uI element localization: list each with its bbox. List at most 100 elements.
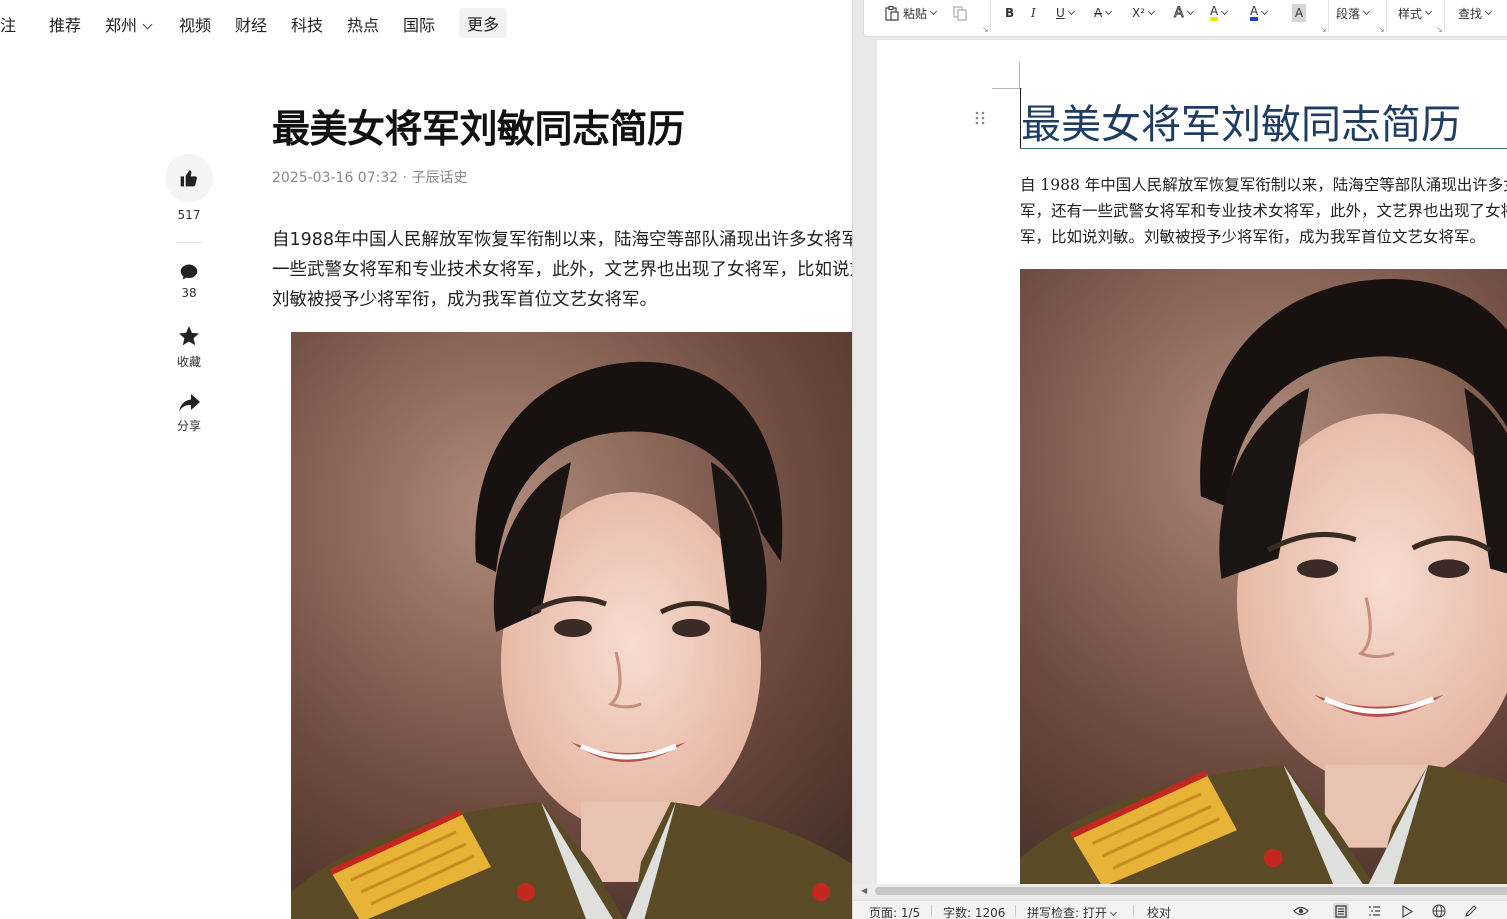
comment-button[interactable]	[165, 262, 213, 282]
pen-icon[interactable]	[1463, 903, 1479, 919]
eye-icon[interactable]	[1293, 903, 1309, 919]
text-effect-label: A	[1174, 5, 1185, 22]
editor-statusbar: 页面: 1/5 字数: 1206 拼写检查: 打开 校对	[853, 900, 1507, 919]
paragraph-label: 段落	[1336, 6, 1361, 21]
star-icon	[179, 326, 199, 346]
ribbon-divider	[1386, 0, 1387, 32]
font-color-label: A	[1250, 5, 1259, 21]
chevron-down-icon	[1362, 7, 1371, 15]
clipboard-icon	[885, 5, 899, 21]
favorite-button[interactable]	[165, 324, 213, 348]
nav-item-finance[interactable]: 财经	[235, 12, 267, 36]
editor-ribbon: 粘贴 ↘ B I U A X² A A A A ↘ 段落 ↘ 样式 ↘ 查找	[863, 0, 1507, 37]
share-icon	[179, 394, 200, 412]
article-portrait-image	[291, 332, 852, 919]
styles-menu[interactable]: 样式	[1398, 4, 1433, 22]
nav-item-tech[interactable]: 科技	[291, 12, 323, 36]
chevron-down-icon	[1147, 7, 1156, 15]
scrollbar-thumb[interactable]	[875, 887, 1507, 895]
nav-more-button[interactable]: 更多	[459, 8, 508, 38]
document-paragraph[interactable]: 自 1988 年中国人民解放军恢复军衔制以来，陆海空等部队涌现出许多女将军，还有…	[1020, 172, 1507, 250]
browser-article-pane: 关注 推荐 郑州 视频 财经 科技 热点 国际 更多 517 38 收藏	[0, 0, 852, 919]
document-editor-pane: 粘贴 ↘ B I U A X² A A A A ↘ 段落 ↘ 样式 ↘ 查找 最…	[852, 0, 1507, 919]
page-view-icon[interactable]	[1333, 903, 1349, 919]
strikethrough-label: A	[1094, 6, 1103, 20]
char-shading-button[interactable]: A	[1292, 4, 1306, 22]
strikethrough-button[interactable]: A	[1094, 4, 1113, 22]
chevron-down-icon	[929, 7, 938, 15]
chevron-down-icon	[1484, 7, 1493, 15]
share-label: 分享	[176, 419, 201, 433]
chevron-down-icon	[1109, 908, 1117, 917]
styles-launcher-icon[interactable]: ↘	[1436, 25, 1443, 34]
chevron-down-icon	[1221, 7, 1229, 15]
find-label: 查找	[1458, 6, 1483, 21]
portrait-photo	[1020, 269, 1507, 886]
article-paragraph: 自1988年中国人民解放军恢复军衔制以来，陆海空等部队涌现出许多女将军，还有一些…	[272, 230, 852, 310]
document-title[interactable]: 最美女将军刘敏同志简历	[1021, 92, 1461, 150]
page-margin-mark	[1019, 62, 1020, 88]
nav-item-hot[interactable]: 热点	[347, 12, 379, 36]
find-menu[interactable]: 查找	[1458, 4, 1493, 22]
comment-count: 38	[181, 286, 197, 300]
chevron-down-icon	[1105, 7, 1113, 15]
underline-label: U	[1056, 6, 1065, 20]
font-color-button[interactable]: A	[1250, 4, 1269, 22]
page-indicator[interactable]: 页面: 1/5	[869, 904, 920, 919]
paragraph-launcher-icon[interactable]: ↘	[1378, 25, 1385, 34]
rail-divider	[176, 242, 202, 243]
styles-label: 样式	[1398, 6, 1423, 21]
favorite-label: 收藏	[176, 355, 201, 369]
horizontal-scrollbar[interactable]: ◀	[853, 884, 1507, 898]
ribbon-divider	[1444, 0, 1445, 32]
nav-item-follow[interactable]: 关注	[0, 12, 16, 36]
spellcheck-toggle[interactable]: 拼写检查: 打开	[1027, 904, 1117, 919]
chevron-down-icon	[1424, 7, 1433, 15]
like-count: 517	[177, 208, 201, 222]
nav-item-zhengzhou[interactable]: 郑州	[105, 12, 153, 36]
word-count[interactable]: 字数: 1206	[943, 904, 1005, 919]
proofread-button[interactable]: 校对	[1147, 904, 1171, 919]
portrait-photo	[291, 332, 852, 919]
document-page[interactable]: 最美女将军刘敏同志简历 自 1988 年中国人民解放军恢复军衔制以来，陆海空等部…	[877, 40, 1507, 886]
chevron-down-icon	[1186, 7, 1194, 15]
underline-button[interactable]: U	[1056, 4, 1075, 22]
chevron-down-icon	[1067, 7, 1075, 15]
paragraph-menu[interactable]: 段落	[1336, 4, 1371, 22]
scroll-left-icon[interactable]: ◀	[861, 886, 867, 895]
article-meta: 2025-03-16 07:32 · 子辰话史	[272, 170, 468, 186]
page-margin-mark	[992, 88, 1022, 89]
nav-item-recommend[interactable]: 推荐	[49, 12, 81, 36]
document-portrait-image[interactable]	[1020, 269, 1507, 886]
status-divider	[1015, 905, 1016, 917]
status-divider	[1133, 905, 1134, 917]
italic-button[interactable]: I	[1031, 4, 1036, 22]
bold-button[interactable]: B	[1005, 4, 1014, 22]
nav-item-video[interactable]: 视频	[179, 12, 211, 36]
superscript-button[interactable]: X²	[1132, 4, 1156, 22]
copy-icon	[953, 6, 967, 21]
format-painter-button[interactable]	[952, 4, 968, 22]
nav-item-label: 郑州	[105, 16, 138, 35]
drag-handle-icon[interactable]	[975, 110, 985, 129]
outline-view-icon[interactable]	[1366, 903, 1382, 919]
nav-item-international[interactable]: 国际	[403, 12, 435, 36]
font-launcher-icon[interactable]: ↘	[1320, 25, 1327, 34]
highlight-label: A	[1210, 5, 1219, 21]
globe-icon[interactable]	[1431, 903, 1447, 919]
highlight-button[interactable]: A	[1210, 4, 1229, 22]
superscript-label: X²	[1132, 6, 1146, 20]
title-underline	[1020, 148, 1507, 149]
chevron-down-icon	[1261, 7, 1269, 15]
paste-button[interactable]: 粘贴	[884, 4, 938, 22]
chevron-down-icon	[142, 19, 153, 30]
play-icon[interactable]	[1399, 903, 1415, 919]
clipboard-launcher-icon[interactable]: ↘	[982, 25, 989, 34]
share-button[interactable]	[165, 392, 213, 414]
text-effect-button[interactable]: A	[1174, 4, 1194, 22]
like-button[interactable]	[165, 154, 213, 202]
ribbon-divider	[1328, 0, 1329, 32]
article-title: 最美女将军刘敏同志简历	[272, 107, 685, 151]
spellcheck-label: 拼写检查: 打开	[1027, 906, 1107, 919]
status-divider	[931, 905, 932, 917]
